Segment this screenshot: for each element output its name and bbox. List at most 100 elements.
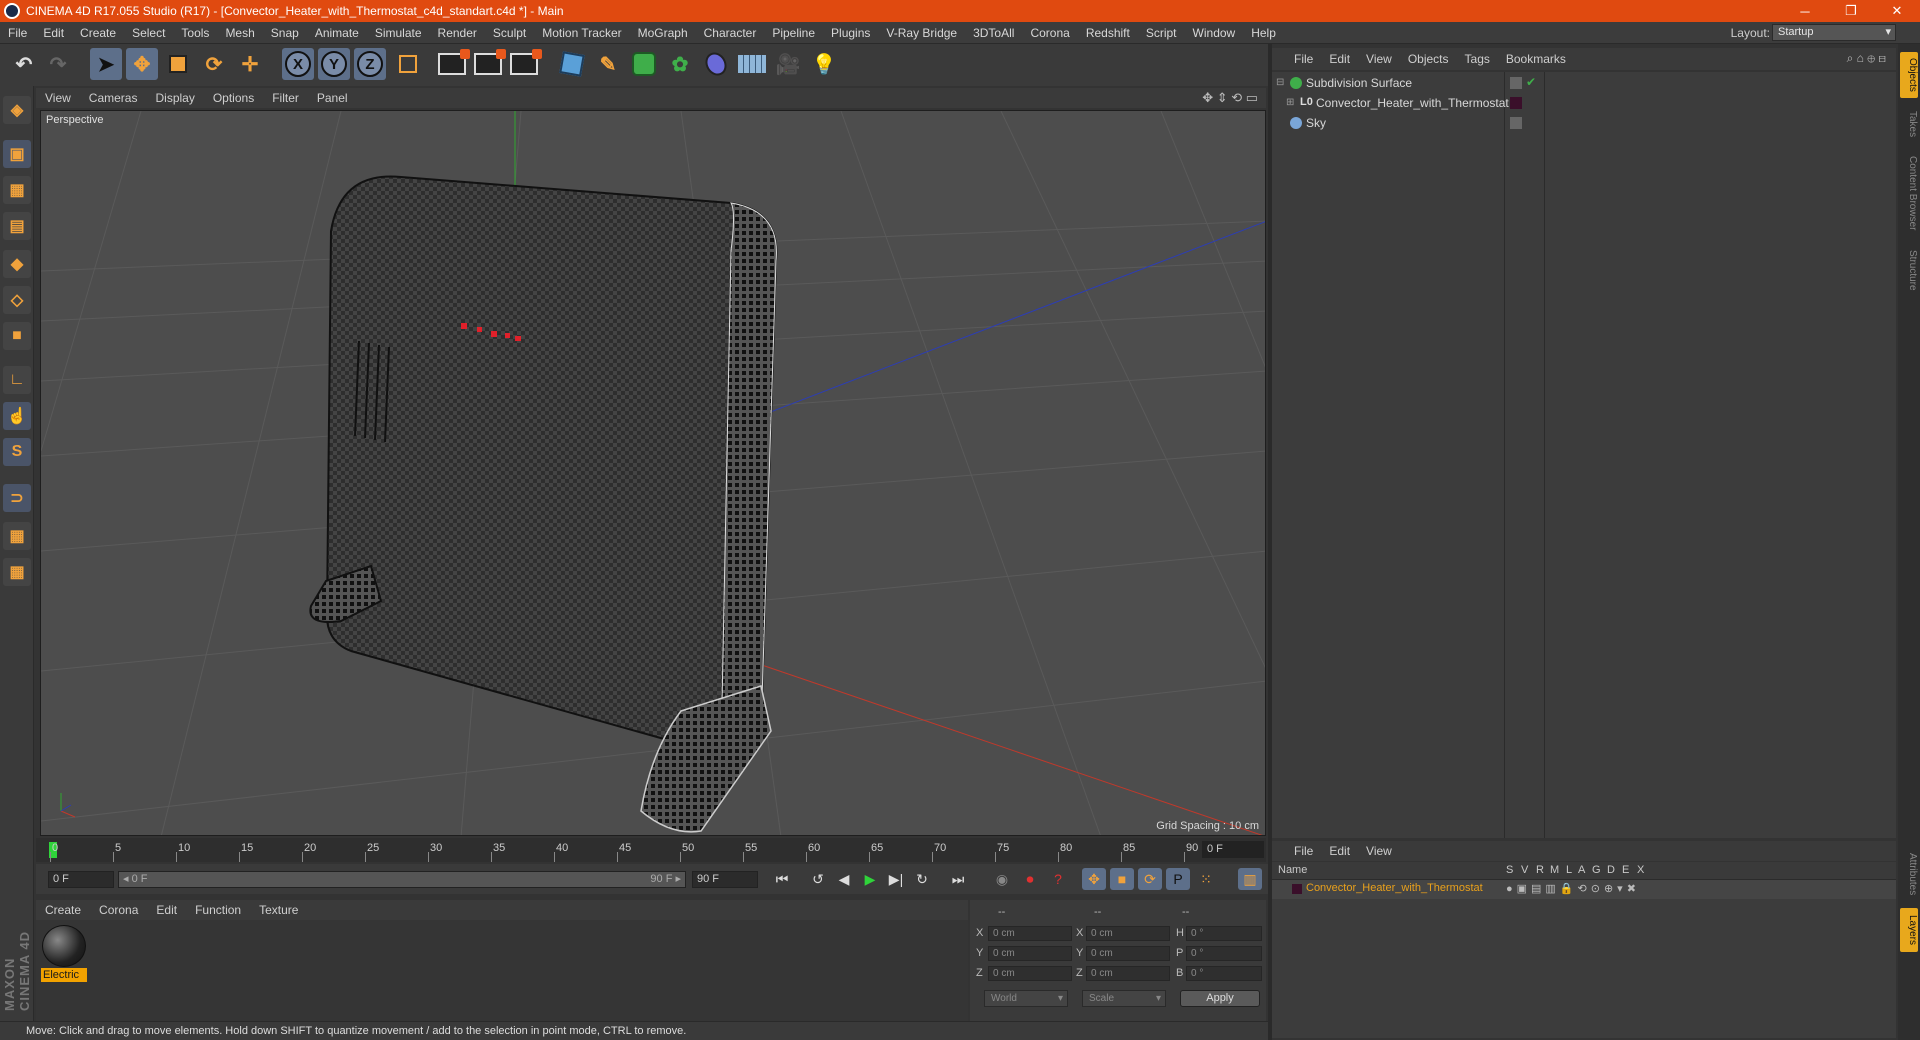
menu-snap[interactable]: Snap	[263, 26, 307, 40]
workplane-lock-icon[interactable]: ▦	[3, 522, 31, 550]
goto-end-icon[interactable]: ⏭	[946, 868, 970, 890]
cube-icon[interactable]	[556, 48, 588, 80]
menu-character[interactable]: Character	[696, 26, 765, 40]
menu-mesh[interactable]: Mesh	[217, 26, 262, 40]
tab-takes[interactable]: Takes	[1900, 104, 1918, 144]
rot-p-field[interactable]: 0 °	[1186, 946, 1262, 961]
menu-corona[interactable]: Corona	[1022, 26, 1077, 40]
next-keyframe-icon[interactable]: ↻	[910, 868, 934, 890]
points-mode-icon[interactable]: ◆	[3, 250, 31, 278]
maximize-button[interactable]: ❐	[1828, 0, 1874, 22]
objects-menu-bookmarks[interactable]: Bookmarks	[1498, 52, 1574, 66]
material-name-electric[interactable]: Electric	[41, 968, 87, 982]
objects-menu-file[interactable]: File	[1286, 52, 1321, 66]
viewport-menu-view[interactable]: View	[36, 91, 80, 105]
polygons-mode-icon[interactable]: ■	[3, 322, 31, 350]
deformer-icon[interactable]	[700, 48, 732, 80]
model-mode-icon[interactable]: ▣	[3, 140, 31, 168]
tab-content-browser[interactable]: Content Browser	[1900, 148, 1918, 238]
viewport-nav-icons[interactable]: ✥ ⇕ ⟲ ▭	[1202, 90, 1258, 106]
rot-b-field[interactable]: 0 °	[1186, 966, 1262, 981]
material-preview-electric[interactable]	[42, 925, 86, 967]
key-pla-icon[interactable]: ⁙	[1194, 868, 1218, 890]
viewport-menu-cameras[interactable]: Cameras	[80, 91, 147, 105]
menu-mograph[interactable]: MoGraph	[630, 26, 696, 40]
floor-icon[interactable]	[736, 48, 768, 80]
tweak-mode-icon[interactable]: ☝	[3, 402, 31, 430]
menu-pipeline[interactable]: Pipeline	[764, 26, 823, 40]
render-picture-viewer-icon[interactable]	[472, 48, 506, 80]
move-icon[interactable]: ✥	[126, 48, 158, 80]
expand-icon[interactable]: ⊞	[1286, 97, 1294, 108]
menu-3dtoall[interactable]: 3DToAll	[965, 26, 1022, 40]
material-menu-edit[interactable]: Edit	[147, 903, 186, 917]
menu-vray-bridge[interactable]: V-Ray Bridge	[878, 26, 965, 40]
pen-icon[interactable]: ✎	[592, 48, 624, 80]
autokey-icon[interactable]: ⏺	[1018, 868, 1042, 890]
timeline-ruler[interactable]: 0 5 10 15 20 25 30 35 40 45 50 55 60 65 70 75 80 85 90 0 F	[36, 838, 1266, 862]
object-row-convector-heater[interactable]: ⊞ L0 Convector_Heater_with_Thermostat	[1272, 94, 1896, 113]
end-frame-field[interactable]: 90 F	[692, 871, 758, 888]
coordinate-system-icon[interactable]	[392, 48, 424, 80]
magnet-icon[interactable]: ⊃	[3, 484, 31, 512]
convector-heater-model[interactable]	[309, 175, 778, 833]
redo-icon[interactable]: ↷	[42, 48, 74, 80]
next-frame-icon[interactable]: ▶|	[884, 868, 908, 890]
size-y-field[interactable]: 0 cm	[1086, 946, 1170, 961]
menu-simulate[interactable]: Simulate	[367, 26, 430, 40]
collapse-icon[interactable]: ⊟	[1276, 77, 1284, 88]
axis-y-icon[interactable]: Y	[318, 48, 350, 80]
tab-layers[interactable]: Layers	[1900, 908, 1918, 952]
planar-workplane-icon[interactable]: ▦	[3, 558, 31, 586]
axis-x-icon[interactable]: X	[282, 48, 314, 80]
camera-icon[interactable]: 🎥	[772, 48, 804, 80]
subdivision-icon[interactable]	[628, 48, 660, 80]
texture-mode-icon[interactable]: ▦	[3, 176, 31, 204]
key-parameter-icon[interactable]: P	[1166, 868, 1190, 890]
menu-window[interactable]: Window	[1185, 26, 1244, 40]
menu-plugins[interactable]: Plugins	[823, 26, 878, 40]
layer-row[interactable]: Convector_Heater_with_Thermostat ●▣▤▥🔒⟲⊙…	[1272, 880, 1896, 899]
tab-objects[interactable]: Objects	[1900, 52, 1918, 98]
objects-menu-objects[interactable]: Objects	[1400, 52, 1457, 66]
select-icon[interactable]: ➤	[90, 48, 122, 80]
light-icon[interactable]: 💡	[808, 48, 840, 80]
viewport-menu-filter[interactable]: Filter	[263, 91, 308, 105]
editor-visibility-icon[interactable]	[1510, 117, 1522, 129]
axis-z-icon[interactable]: Z	[354, 48, 386, 80]
coordinate-mode-dropdown[interactable]: World ▾	[984, 990, 1068, 1007]
enabled-check-icon[interactable]: ✔	[1526, 75, 1536, 89]
menu-redshift[interactable]: Redshift	[1078, 26, 1138, 40]
material-menu-corona[interactable]: Corona	[90, 903, 147, 917]
size-x-field[interactable]: 0 cm	[1086, 926, 1170, 941]
start-frame-field[interactable]: 0 F	[48, 871, 114, 888]
pos-x-field[interactable]: 0 cm	[988, 926, 1072, 941]
size-z-field[interactable]: 0 cm	[1086, 966, 1170, 981]
axis-mode-icon[interactable]: ∟	[3, 366, 31, 394]
viewport-menu-options[interactable]: Options	[204, 91, 263, 105]
prev-keyframe-icon[interactable]: ↺	[806, 868, 830, 890]
current-frame-field[interactable]: 0 F	[1202, 841, 1264, 858]
render-settings-icon[interactable]	[508, 48, 542, 80]
viewport-menu-panel[interactable]: Panel	[308, 91, 357, 105]
menu-tools[interactable]: Tools	[173, 26, 217, 40]
close-button[interactable]: ✕	[1874, 0, 1920, 22]
menu-edit[interactable]: Edit	[35, 26, 72, 40]
play-icon[interactable]: ▶	[858, 868, 882, 890]
objects-menu-edit[interactable]: Edit	[1321, 52, 1358, 66]
viewport-menu-display[interactable]: Display	[146, 91, 203, 105]
layers-menu-edit[interactable]: Edit	[1321, 844, 1358, 858]
layer-color-swatch[interactable]	[1292, 884, 1302, 894]
key-scale-icon[interactable]: ■	[1110, 868, 1134, 890]
apply-button[interactable]: Apply	[1180, 990, 1260, 1007]
make-editable-icon[interactable]: ◈	[3, 96, 31, 124]
object-row-subdivision-surface[interactable]: ⊟ Subdivision Surface ✔	[1272, 74, 1896, 93]
goto-start-icon[interactable]: ⏮	[770, 868, 794, 890]
layer-color-icon[interactable]	[1510, 97, 1522, 109]
undo-icon[interactable]: ↶	[8, 48, 40, 80]
edges-mode-icon[interactable]: ◇	[3, 286, 31, 314]
layers-menu-file[interactable]: File	[1286, 844, 1321, 858]
timeline-window-icon[interactable]: ▥	[1238, 868, 1262, 890]
rotate-icon[interactable]: ⟳	[198, 48, 230, 80]
transform-icon[interactable]: ✛	[234, 48, 266, 80]
